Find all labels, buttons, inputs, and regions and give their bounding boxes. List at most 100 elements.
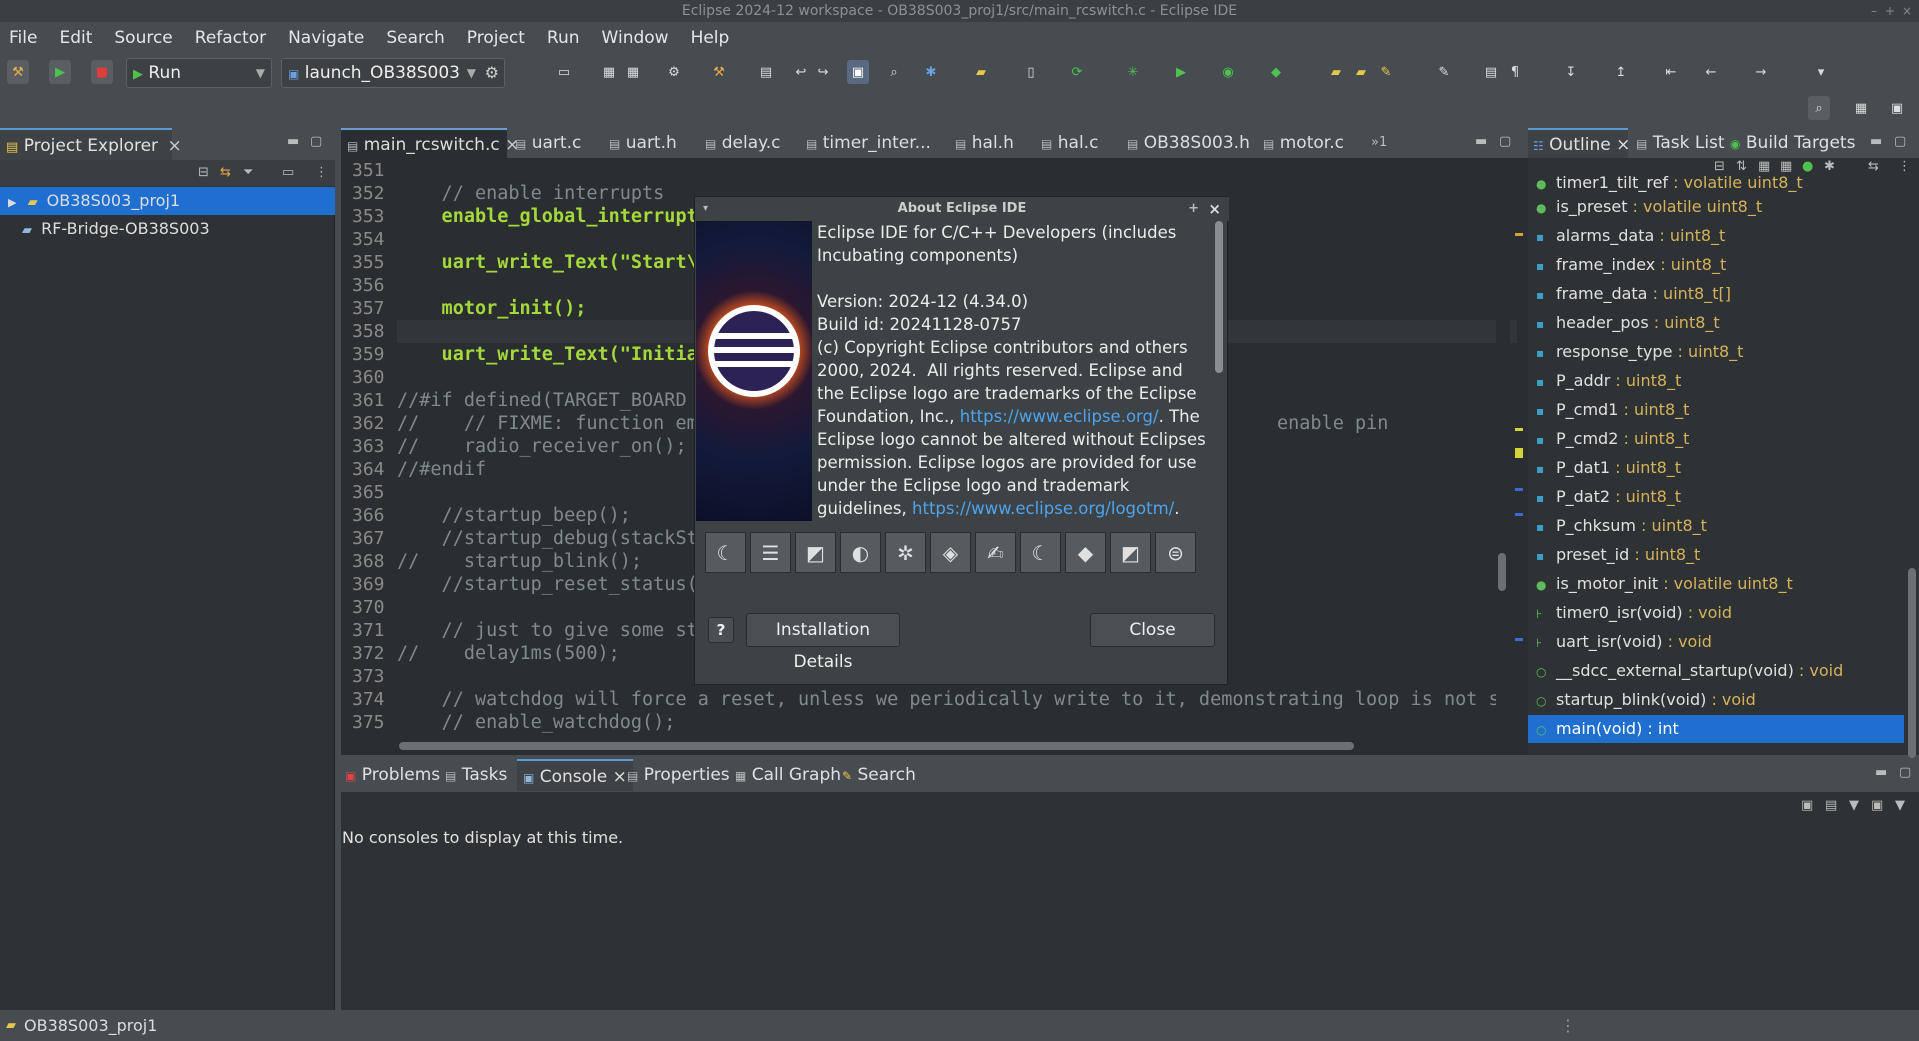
last-edit-icon[interactable]: ⇤ [1660,60,1682,84]
ruler-marker[interactable] [1515,488,1523,491]
tab-hal-h[interactable]: ▤ hal.h [955,128,1014,158]
close-icon[interactable]: × [167,136,181,156]
open-folder-icon[interactable]: ▰ [1325,60,1347,84]
maximize-view-icon[interactable]: ▢ [1499,134,1511,149]
outline-item[interactable]: ○ startup_blink(void) : void [1536,686,1911,714]
menu-project[interactable]: Project [467,28,525,48]
minimize-icon[interactable]: – [1871,0,1877,22]
eclipse-feature-icon[interactable]: ⊜ [1155,532,1196,573]
hide-nonpublic-icon[interactable]: ● [1802,159,1813,174]
tab-motor-c[interactable]: ▤ motor.c [1263,128,1344,158]
new-icon[interactable]: ▭ [553,60,575,84]
maximize-icon[interactable]: + [1885,0,1895,22]
launch-icon[interactable]: ▶ [49,60,71,84]
new-folder-icon[interactable]: ▭ [282,165,294,180]
close-icon[interactable]: × [1616,135,1630,155]
back-nav-icon[interactable]: ← [1700,60,1722,84]
mylyn-feature-icon[interactable]: ✲ [885,532,926,573]
tab-search[interactable]: ✎ Search [842,759,916,791]
tab-outline[interactable]: ☷ Outline × [1528,128,1630,158]
folder-icon[interactable]: ▰ [970,60,992,84]
tab-problems[interactable]: ▣ Problems [345,759,440,791]
maximize-view-icon[interactable]: ▢ [1899,765,1911,780]
back-icon[interactable]: ↩ [790,60,812,84]
tm-feature-icon[interactable]: ✍ [975,532,1016,573]
minimize-view-icon[interactable]: ▬ [287,134,299,149]
menu-run[interactable]: Run [547,28,580,48]
step-icon[interactable]: ✳ [1122,60,1144,84]
xtext-feature-icon[interactable]: ◩ [1110,532,1151,573]
help-icon[interactable]: ? [708,617,734,643]
outline-item[interactable]: ▪ alarms_data : uint8_t [1536,222,1911,250]
outline-scrollbar[interactable] [1906,158,1918,758]
tab-project-explorer[interactable]: ▤ Project Explorer × [0,128,182,160]
cdt-feature-icon[interactable]: ☾ [705,532,746,573]
marketplace-feature-icon[interactable]: ◆ [1065,532,1106,573]
link-editor-icon[interactable]: ⇆ [1868,159,1879,174]
eclipse-link[interactable]: https://www.eclipse.org/ [960,407,1159,426]
chevron-down-icon[interactable]: ▼ [1895,798,1905,813]
calc-icon[interactable]: ▤ [755,60,777,84]
search-icon[interactable]: ⌕ [1808,96,1830,120]
edit-icon[interactable]: ✎ [1433,60,1455,84]
menu-search[interactable]: Search [386,28,444,48]
close-icon[interactable]: × [1208,197,1221,221]
menu-navigate[interactable]: Navigate [288,28,364,48]
outline-item[interactable]: ● is_preset : volatile uint8_t [1536,193,1911,221]
menu-edit[interactable]: Edit [59,28,92,48]
open-perspective-icon[interactable]: ▦ [1850,96,1872,120]
outline-item[interactable]: ▪ P_dat2 : uint8_t [1536,483,1911,511]
external-tool-icon[interactable]: ◆ [1265,60,1287,84]
minimize-view-icon[interactable]: ▬ [1475,134,1487,149]
installation-details-button[interactable]: Installation Details [746,613,900,672]
tab-properties[interactable]: ▤ Properties [627,759,730,791]
display-console-icon[interactable]: ▤ [1825,798,1837,813]
outline-item[interactable]: ▪ P_addr : uint8_t [1536,367,1911,395]
scrollbar-thumb[interactable] [399,742,1354,750]
sort-icon[interactable]: ⇅ [1736,159,1747,174]
horizontal-scrollbar[interactable] [397,740,1497,752]
view-menu-icon[interactable]: ⋮ [315,165,328,180]
ruler-marker[interactable] [1515,448,1523,458]
menu-help[interactable]: Help [691,28,730,48]
outline-item[interactable]: ▪ response_type : uint8_t [1536,338,1911,366]
menu-refactor[interactable]: Refactor [195,28,266,48]
filter-icon[interactable]: ⏷ [243,165,253,180]
about-text-scrollbar[interactable] [1212,221,1226,521]
outline-item[interactable]: ○ __sdcc_external_startup(void) : void [1536,657,1911,685]
outline-item[interactable]: ▪ P_dat1 : uint8_t [1536,454,1911,482]
forward-icon[interactable]: ↪ [812,60,834,84]
minimize-view-icon[interactable]: ▬ [1870,134,1882,149]
eclipse-platform-feature-icon[interactable]: ☰ [750,532,791,573]
oomph-feature-icon[interactable]: ◈ [930,532,971,573]
collapse-all-icon[interactable]: ⊟ [198,165,209,180]
maximize-view-icon[interactable]: ▢ [1894,134,1906,149]
tab-call-graph[interactable]: ▦ Call Graph [735,759,841,791]
scrollbar-thumb[interactable] [1908,568,1916,758]
ruler-marker[interactable] [1515,233,1523,236]
open-console-icon[interactable]: ▣ [1871,798,1883,813]
gear-icon[interactable]: ⚙ [485,59,499,87]
stop-icon[interactable]: ■ [91,60,113,84]
search-icon[interactable]: ⌕ [883,60,905,84]
brush-icon[interactable]: ✎ [1375,60,1397,84]
save-all-icon[interactable]: ▦ [622,60,644,84]
pin-console-icon[interactable]: ▣ [1801,798,1813,813]
save-icon[interactable]: ▦ [598,60,620,84]
maximize-view-icon[interactable]: ▢ [310,134,322,149]
play-icon[interactable]: ▶ [1170,60,1192,84]
outline-item[interactable]: ▪ P_cmd2 : uint8_t [1536,425,1911,453]
ruler-marker[interactable] [1515,638,1523,641]
next-annotation-icon[interactable]: ↧ [1560,60,1582,84]
close-button[interactable]: Close [1090,613,1215,647]
launch-mode-select[interactable]: ▶ Run ▼ [126,58,272,88]
tab-tasks[interactable]: ▤ Tasks [445,759,507,791]
coverage-icon[interactable]: ◉ [1217,60,1239,84]
outline-item[interactable]: ▪ preset_id : uint8_t [1536,541,1911,569]
outline-item[interactable]: ● is_motor_init : volatile uint8_t [1536,570,1911,598]
outline-item[interactable]: ▪ header_pos : uint8_t [1536,309,1911,337]
scrollbar-thumb[interactable] [1215,221,1223,373]
tab-uart-c[interactable]: ▤ uart.c [515,128,581,158]
ruler-marker[interactable] [1515,428,1523,431]
outline-item[interactable]: ▪ P_chksum : uint8_t [1536,512,1911,540]
